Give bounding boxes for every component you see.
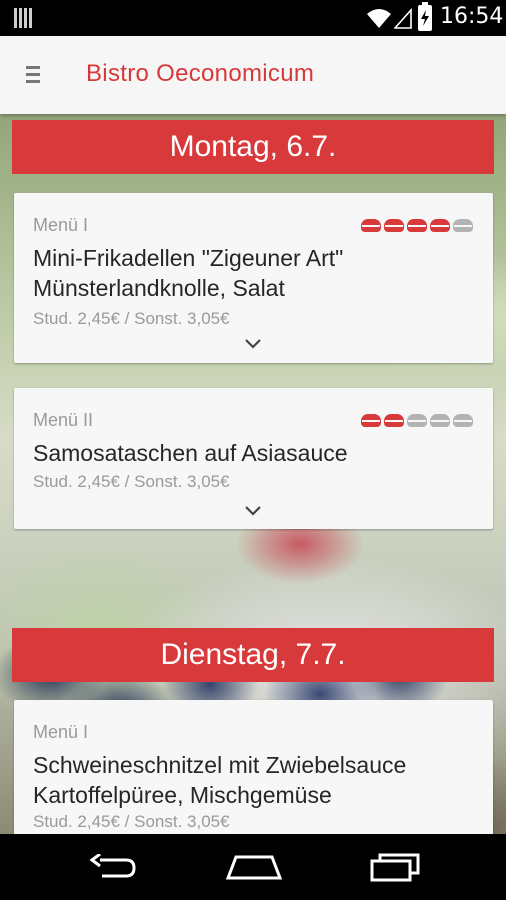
rating-stars xyxy=(361,414,473,427)
status-bar: 16:54 xyxy=(0,0,506,36)
meal-card[interactable]: Menü I Schweineschnitzel mit Zwiebelsauc… xyxy=(14,700,493,834)
meal-name: Schweineschnitzel mit Zwiebelsauce Karto… xyxy=(33,752,407,808)
burger-icon xyxy=(453,219,473,232)
burger-icon xyxy=(361,219,381,232)
back-icon[interactable] xyxy=(88,854,138,882)
burger-icon xyxy=(430,219,450,232)
day-header: Montag, 6.7. xyxy=(12,120,494,174)
recents-icon[interactable] xyxy=(370,852,422,882)
meal-card[interactable]: Menü II Samosataschen auf Asiasauce Stud… xyxy=(14,388,493,529)
rating-stars xyxy=(361,219,473,232)
signal-icon xyxy=(394,7,412,29)
navigation-bar xyxy=(0,834,506,900)
meal-name: Mini-Frikadellen "Zigeuner Art" Münsterl… xyxy=(33,245,344,301)
app-bar: Bistro Oeconomicum xyxy=(0,36,506,114)
burger-icon xyxy=(453,414,473,427)
meal-category: Menü I xyxy=(33,215,89,235)
menu-list[interactable]: Montag, 6.7. Menü I Mini-Frikadellen "Zi… xyxy=(0,114,506,834)
burger-icon xyxy=(407,219,427,232)
status-time: 16:54 xyxy=(440,4,504,29)
meal-price: Stud. 2,45€ / Sonst. 3,05€ xyxy=(33,812,230,831)
burger-icon xyxy=(384,414,404,427)
meal-category: Menü I xyxy=(33,722,89,742)
meal-card[interactable]: Menü I Mini-Frikadellen "Zigeuner Art" M… xyxy=(14,193,493,363)
chevron-down-icon[interactable] xyxy=(243,338,263,350)
meal-price: Stud. 2,45€ / Sonst. 3,05€ xyxy=(33,472,230,491)
battery-charging-icon xyxy=(418,2,432,31)
home-icon[interactable] xyxy=(226,854,282,880)
sim-icon xyxy=(14,8,34,28)
burger-icon xyxy=(407,414,427,427)
chevron-down-icon[interactable] xyxy=(243,505,263,517)
burger-icon xyxy=(384,219,404,232)
burger-icon xyxy=(430,414,450,427)
meal-price: Stud. 2,45€ / Sonst. 3,05€ xyxy=(33,309,230,328)
menu-icon[interactable] xyxy=(26,66,44,84)
burger-icon xyxy=(361,414,381,427)
app-title: Bistro Oeconomicum xyxy=(86,60,315,87)
wifi-icon xyxy=(367,9,391,28)
meal-category: Menü II xyxy=(33,410,94,430)
day-header: Dienstag, 7.7. xyxy=(12,628,494,682)
meal-name: Samosataschen auf Asiasauce xyxy=(33,440,348,466)
